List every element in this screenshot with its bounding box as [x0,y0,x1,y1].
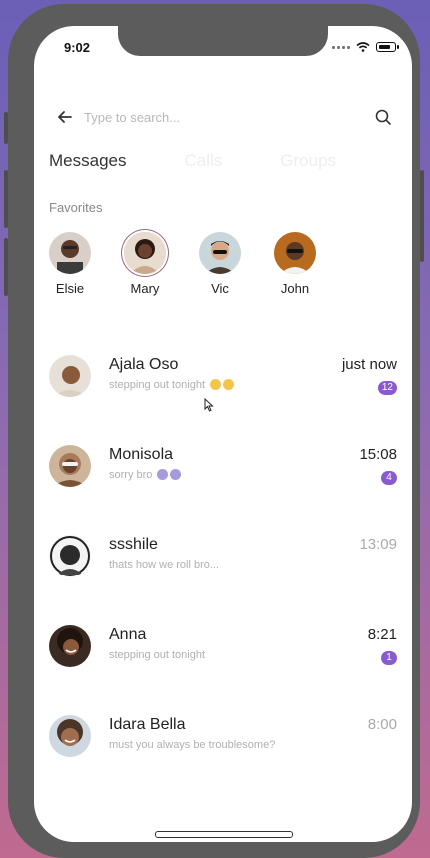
chat-item[interactable]: Anna stepping out tonight 8:21 1 [49,622,397,712]
unread-badge: 1 [381,651,397,665]
search-icon[interactable] [374,108,392,126]
favorites-list: Elsie Mary Vic John [48,232,348,296]
avatar [49,625,91,667]
chat-list: Ajala Oso stepping out tonight just now … [49,352,397,802]
chat-time: 13:09 [359,536,397,553]
chat-preview: stepping out tonight [109,649,397,661]
favorite-name: Mary [130,281,160,296]
favorite-item[interactable]: Vic [198,232,273,296]
chat-name: Anna [109,626,147,643]
signal-icon [332,45,350,49]
avatar [49,715,91,757]
chat-preview: thats how we roll bro... [109,559,397,571]
emoji-icon [157,469,169,480]
chat-item[interactable]: ssshile thats how we roll bro... 13:09 [49,532,397,622]
volume-up-button [4,170,8,228]
favorite-item[interactable]: John [273,232,348,296]
volume-down-button [4,238,8,296]
favorite-name: John [280,281,310,296]
avatar [49,445,91,487]
chat-time: 15:08 [359,446,397,463]
emoji-icon [170,469,182,480]
status-time: 9:02 [64,40,91,55]
chat-name: ssshile [109,536,158,553]
battery-icon [376,42,399,52]
tab-calls[interactable]: Calls [184,151,222,171]
power-button [420,170,424,262]
phone-frame: 9:02 Messages Calls Groups F [4,4,424,858]
phone-screen: 9:02 Messages Calls Groups F [34,26,412,842]
mute-switch [4,112,8,144]
home-indicator[interactable] [155,831,293,838]
chat-time: just now [341,356,397,373]
chat-item[interactable]: Ajala Oso stepping out tonight just now … [49,352,397,442]
chat-preview: must you always be troublesome? [109,739,397,751]
chat-preview-text: stepping out tonight [109,379,206,391]
chat-preview-text: thats how we roll bro... [109,559,220,571]
search-bar [56,106,392,128]
avatar [124,232,166,274]
favorite-name: Elsie [55,281,85,296]
favorites-heading: Favorites [49,200,103,215]
notch [118,26,328,56]
search-input[interactable] [82,108,374,126]
chat-name: Idara Bella [109,716,186,733]
favorite-name: Vic [211,281,229,296]
status-icons [332,42,399,52]
chat-time: 8:00 [367,716,397,733]
chat-preview-text: stepping out tonight [109,649,206,661]
back-arrow-icon[interactable] [56,108,74,126]
chat-name: Monisola [109,446,174,463]
tab-groups[interactable]: Groups [280,151,336,171]
favorite-item[interactable]: Mary [123,232,198,296]
chat-preview: stepping out tonight [109,379,397,391]
wifi-icon [356,42,370,52]
party-emoji-icon [210,379,222,390]
unread-badge: 4 [381,471,397,485]
tab-messages[interactable]: Messages [49,151,126,171]
avatar [274,232,316,274]
unread-badge: 12 [377,381,397,395]
cursor-icon [204,398,214,412]
chat-preview-text: must you always be troublesome? [109,739,276,751]
favorite-item[interactable]: Elsie [48,232,123,296]
chat-preview-text: sorry bro [109,469,153,481]
avatar [49,232,91,274]
tab-bar: Messages Calls Groups [49,151,394,171]
avatar [199,232,241,274]
party-emoji-icon [223,379,235,390]
chat-time: 8:21 [367,626,397,643]
chat-item[interactable]: Idara Bella must you always be troubleso… [49,712,397,802]
chat-preview: sorry bro [109,469,397,481]
chat-item[interactable]: Monisola sorry bro 15:08 4 [49,442,397,532]
avatar [49,355,91,397]
avatar [49,535,91,577]
